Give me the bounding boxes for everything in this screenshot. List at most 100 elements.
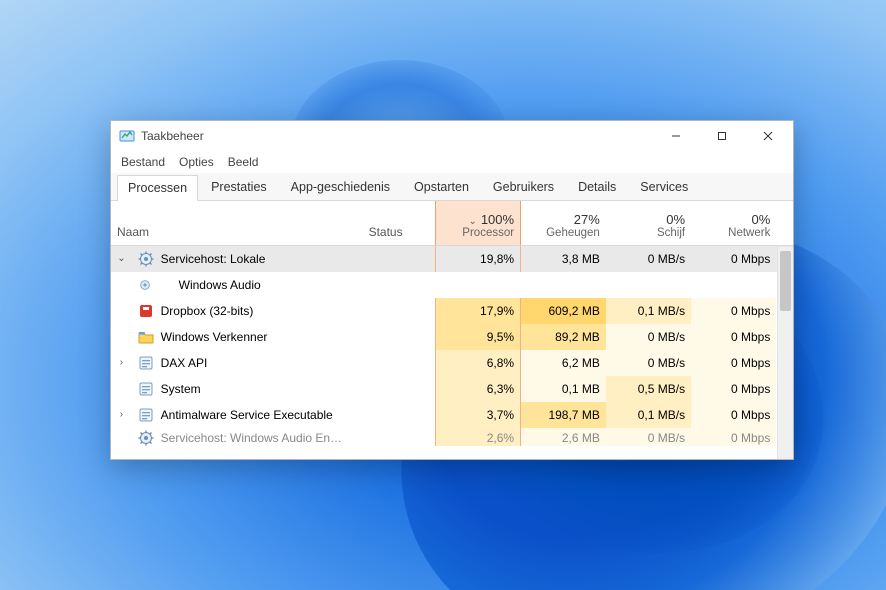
process-name: System: [155, 376, 363, 402]
minimize-button[interactable]: [653, 121, 699, 151]
expand-toggle: [111, 324, 132, 350]
column-name-label: Naam: [117, 225, 149, 239]
gear-icon: [138, 430, 154, 446]
process-memory: [521, 272, 606, 298]
app-icon: [119, 128, 135, 144]
expand-toggle: [111, 272, 132, 298]
process-icon: [132, 350, 155, 376]
menu-view[interactable]: Beeld: [228, 155, 259, 169]
column-header-processor[interactable]: ⌄ 100% Processor: [435, 201, 520, 245]
column-header-network[interactable]: 0% Netwerk: [691, 201, 776, 245]
tab-users[interactable]: Gebruikers: [482, 174, 565, 200]
expand-toggle[interactable]: ⌄: [111, 245, 132, 272]
process-row[interactable]: Windows Verkenner9,5%89,2 MB0 MB/s0 Mbps: [111, 324, 793, 350]
menu-file[interactable]: Bestand: [121, 155, 165, 169]
process-status: [363, 324, 436, 350]
scrollbar-thumb[interactable]: [780, 251, 791, 311]
process-memory: 609,2 MB: [521, 298, 606, 324]
process-row[interactable]: ›DAX API6,8%6,2 MB0 MB/s0 Mbps: [111, 350, 793, 376]
expand-toggle: [111, 298, 132, 324]
dropbox-icon: [138, 303, 154, 319]
process-cpu: [435, 272, 520, 298]
process-table-container: Naam Status ⌄ 100% Processor 27% Geheugen: [111, 201, 793, 459]
tab-services[interactable]: Services: [629, 174, 699, 200]
process-status: [363, 402, 436, 428]
process-memory: 0,1 MB: [521, 376, 606, 402]
menu-options[interactable]: Opties: [179, 155, 214, 169]
process-name: Windows Audio: [155, 272, 363, 298]
process-network: 0 Mbps: [691, 245, 776, 272]
process-memory: 2,6 MB: [521, 428, 606, 446]
network-label: Netwerk: [697, 227, 770, 239]
vertical-scrollbar[interactable]: [777, 247, 793, 459]
process-row[interactable]: Dropbox (32-bits)17,9%609,2 MB0,1 MB/s0 …: [111, 298, 793, 324]
sort-chevron-down-icon: ⌄: [468, 216, 476, 227]
service-icon: [138, 278, 152, 292]
memory-pct: 27%: [527, 212, 600, 227]
process-status: [363, 272, 436, 298]
column-header-disk[interactable]: 0% Schijf: [606, 201, 691, 245]
process-status: [363, 376, 436, 402]
process-network: 0 Mbps: [691, 350, 776, 376]
column-header-name[interactable]: Naam: [111, 201, 363, 245]
tab-app-history[interactable]: App-geschiedenis: [280, 174, 401, 200]
tab-details[interactable]: Details: [567, 174, 627, 200]
process-child-row[interactable]: Windows Audio: [111, 272, 793, 298]
menubar: Bestand Opties Beeld: [111, 151, 793, 173]
window-title: Taakbeheer: [141, 129, 204, 143]
process-name: DAX API: [155, 350, 363, 376]
tabbar: Processen Prestaties App-geschiedenis Op…: [111, 173, 793, 201]
close-button[interactable]: [745, 121, 791, 151]
process-cpu: 9,5%: [435, 324, 520, 350]
gear-icon: [138, 251, 154, 267]
process-row[interactable]: ›Antimalware Service Executable3,7%198,7…: [111, 402, 793, 428]
column-header-memory[interactable]: 27% Geheugen: [521, 201, 606, 245]
process-disk: 0 MB/s: [606, 350, 691, 376]
desktop-wallpaper: Taakbeheer Bestand Opties Beeld Processe…: [0, 0, 886, 590]
tab-startup[interactable]: Opstarten: [403, 174, 480, 200]
disk-label: Schijf: [612, 227, 685, 239]
process-status: [363, 350, 436, 376]
process-network: 0 Mbps: [691, 402, 776, 428]
process-row[interactable]: Servicehost: Windows Audio En… 2,6%2,6 MB…: [111, 428, 793, 446]
task-manager-window: Taakbeheer Bestand Opties Beeld Processe…: [110, 120, 794, 460]
process-network: [691, 272, 776, 298]
app-icon: [138, 355, 154, 371]
process-table: Naam Status ⌄ 100% Processor 27% Geheugen: [111, 201, 793, 446]
process-cpu: 3,7%: [435, 402, 520, 428]
expand-toggle: [111, 428, 132, 446]
expand-toggle: [111, 376, 132, 402]
process-icon: [132, 272, 155, 298]
process-status: [363, 298, 436, 324]
process-icon: [132, 428, 155, 446]
process-row[interactable]: ⌄Servicehost: Lokale19,8%3,8 MB0 MB/s0 M…: [111, 245, 793, 272]
titlebar[interactable]: Taakbeheer: [111, 121, 793, 151]
process-network: 0 Mbps: [691, 324, 776, 350]
maximize-button[interactable]: [699, 121, 745, 151]
process-name: Antimalware Service Executable: [155, 402, 363, 428]
process-name: Servicehost: Windows Audio En…: [155, 428, 363, 446]
expand-toggle[interactable]: ›: [111, 402, 132, 428]
tab-processes[interactable]: Processen: [117, 175, 198, 201]
expand-toggle[interactable]: ›: [111, 350, 132, 376]
disk-pct: 0%: [612, 212, 685, 227]
processor-pct: 100%: [481, 212, 514, 227]
process-icon: [132, 298, 155, 324]
process-name: Servicehost: Lokale: [155, 245, 363, 272]
process-name: Dropbox (32-bits): [155, 298, 363, 324]
process-cpu: 19,8%: [435, 245, 520, 272]
memory-label: Geheugen: [527, 227, 600, 239]
process-name: Windows Verkenner: [155, 324, 363, 350]
column-status-label: Status: [369, 225, 403, 239]
process-row[interactable]: System6,3%0,1 MB0,5 MB/s0 Mbps: [111, 376, 793, 402]
process-cpu: 2,6%: [435, 428, 520, 446]
tab-performance[interactable]: Prestaties: [200, 174, 278, 200]
process-disk: 0 MB/s: [606, 245, 691, 272]
process-disk: 0,1 MB/s: [606, 402, 691, 428]
column-header-status[interactable]: Status: [363, 201, 436, 245]
process-cpu: 6,3%: [435, 376, 520, 402]
processor-label: Processor: [442, 227, 514, 239]
process-disk: 0,1 MB/s: [606, 298, 691, 324]
process-disk: [606, 272, 691, 298]
folder-icon: [138, 329, 154, 345]
